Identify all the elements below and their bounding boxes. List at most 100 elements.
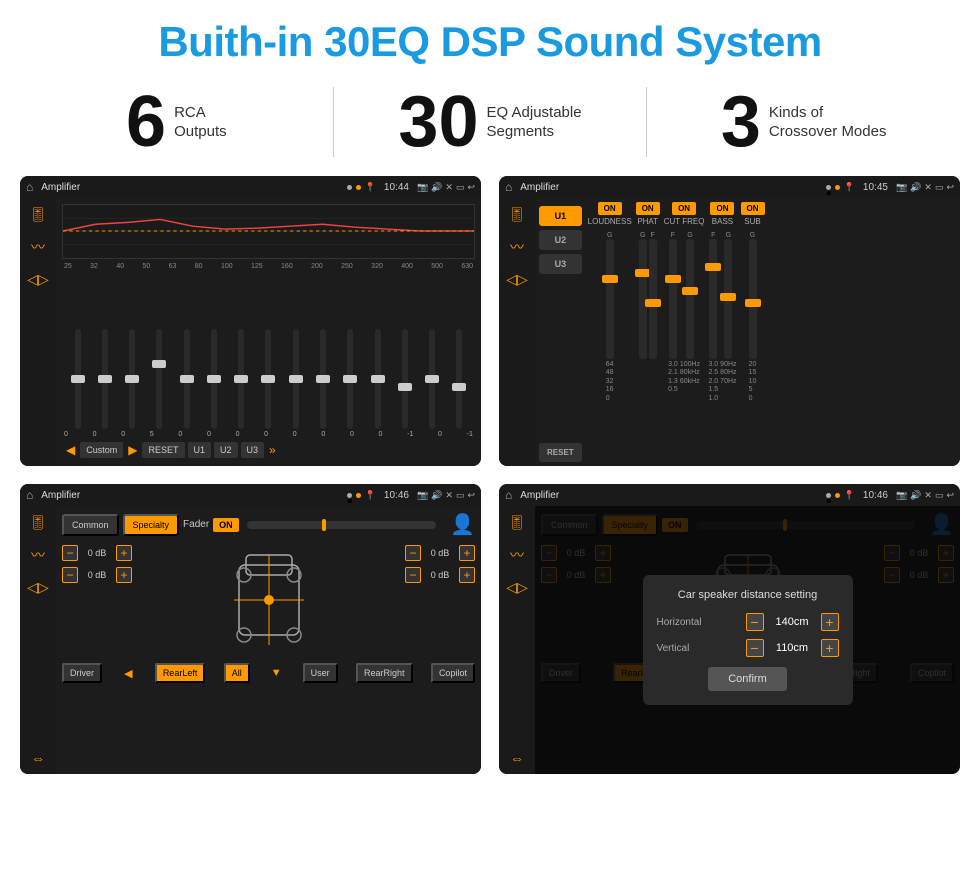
eq-slider-3[interactable]	[146, 329, 173, 429]
eq-slider-6[interactable]	[228, 329, 255, 429]
bass-on-btn[interactable]: ON	[710, 202, 734, 215]
loudness-on-btn[interactable]: ON	[598, 202, 622, 215]
eq-icon-2[interactable]: 🎚	[508, 206, 526, 223]
eq-slider-14[interactable]	[446, 329, 473, 429]
driver-btn-3[interactable]: Driver	[62, 663, 102, 683]
eq-u1-btn[interactable]: U1	[188, 442, 212, 458]
horizontal-plus-btn[interactable]: +	[821, 613, 839, 631]
specialty-tab-3[interactable]: Specialty	[123, 514, 180, 536]
db-minus-rr[interactable]: −	[405, 567, 421, 583]
rearleft-btn-3[interactable]: RearLeft	[155, 663, 206, 683]
left-sidebar-1: 🎚 〰 ◁▷	[20, 198, 56, 466]
horizontal-minus-btn[interactable]: −	[746, 613, 764, 631]
eq-slider-4[interactable]	[173, 329, 200, 429]
db-value-rr: 0 dB	[425, 570, 455, 580]
confirm-button[interactable]: Confirm	[708, 667, 787, 691]
down-arrow-3[interactable]: ▼	[268, 665, 284, 681]
sub-g-slider[interactable]	[749, 239, 757, 359]
freq-160: 160	[281, 263, 293, 270]
eq-slider-8[interactable]	[282, 329, 309, 429]
db-plus-fr[interactable]: +	[459, 545, 475, 561]
eq-slider-5[interactable]	[200, 329, 227, 429]
left-arrow-3[interactable]: ◀	[120, 665, 136, 681]
fader-db-controls-left: − 0 dB + − 0 dB +	[62, 545, 132, 655]
eq-u2-btn[interactable]: U2	[214, 442, 238, 458]
phat-on-btn[interactable]: ON	[636, 202, 660, 215]
eq-expand-btn[interactable]: »	[267, 443, 278, 457]
u2-channel-btn[interactable]: U2	[539, 230, 582, 250]
speaker-icon-4[interactable]: ◁▷	[506, 579, 528, 596]
fader-on-btn-3[interactable]: ON	[213, 518, 239, 532]
speaker-icon-2[interactable]: ◁▷	[506, 271, 528, 288]
eq-slider-13[interactable]	[418, 329, 445, 429]
wave-icon-2[interactable]: 〰	[510, 237, 524, 257]
phat-f-slider[interactable]	[649, 239, 657, 359]
channel-phat: ON PHAT G F	[636, 202, 660, 462]
stat-number-eq: 30	[398, 86, 478, 158]
common-tab-3[interactable]: Common	[62, 514, 119, 536]
eq-slider-10[interactable]	[337, 329, 364, 429]
vertical-minus-btn[interactable]: −	[746, 639, 764, 657]
db-minus-fl[interactable]: −	[62, 545, 78, 561]
db-minus-fr[interactable]: −	[405, 545, 421, 561]
all-btn-3[interactable]: All	[224, 663, 250, 683]
wave-icon-3[interactable]: 〰	[31, 545, 45, 565]
bass-f-slider[interactable]	[709, 239, 717, 359]
fader-slider-track-3[interactable]	[247, 521, 436, 529]
eq-slider-2[interactable]	[119, 329, 146, 429]
eq-icon-4[interactable]: 🎚	[508, 514, 526, 531]
stat-divider-2	[646, 87, 647, 157]
db-plus-rr[interactable]: +	[459, 567, 475, 583]
home-icon-2[interactable]: ⌂	[505, 180, 512, 194]
speaker-icon-3[interactable]: ◁▷	[27, 579, 49, 596]
rect-icon-4: ▭	[935, 490, 944, 501]
stat-label-rca: RCAOutputs	[174, 103, 227, 142]
eq-prev-btn[interactable]: ◀	[64, 443, 77, 457]
horizontal-label: Horizontal	[657, 617, 717, 628]
speaker-icon-1[interactable]: ◁▷	[27, 271, 49, 288]
user-btn-3[interactable]: User	[303, 663, 338, 683]
home-icon-1[interactable]: ⌂	[26, 180, 33, 194]
eq-slider-0[interactable]	[64, 329, 91, 429]
camera-icon-4: 📷	[896, 490, 907, 501]
eq-slider-11[interactable]	[364, 329, 391, 429]
eq-slider-1[interactable]	[91, 329, 118, 429]
home-icon-4[interactable]: ⌂	[505, 488, 512, 502]
cutfreq-on-btn[interactable]: ON	[672, 202, 696, 215]
arrows-icon-4[interactable]: ⇔	[510, 750, 524, 766]
eq-next-btn[interactable]: ▶	[126, 443, 139, 457]
cutfreq-f-slider[interactable]	[669, 239, 677, 359]
left-sidebar-3: 🎚 〰 ◁▷ ⇔	[20, 506, 56, 774]
dialog-title-4: Car speaker distance setting	[657, 589, 839, 601]
rearright-btn-3[interactable]: RearRight	[356, 663, 413, 683]
db-minus-rl[interactable]: −	[62, 567, 78, 583]
wave-icon-4[interactable]: 〰	[510, 545, 524, 565]
arrows-icon-3[interactable]: ⇔	[31, 750, 45, 766]
eq-icon-3[interactable]: 🎚	[29, 514, 47, 531]
vertical-plus-btn[interactable]: +	[821, 639, 839, 657]
status-time-4: 10:46	[863, 490, 888, 501]
loudness-g-slider[interactable]	[606, 239, 614, 359]
db-plus-fl[interactable]: +	[116, 545, 132, 561]
eq-slider-9[interactable]	[309, 329, 336, 429]
eq-slider-12[interactable]	[391, 329, 418, 429]
eq-custom-btn[interactable]: Custom	[80, 442, 123, 458]
u1-channel-btn[interactable]: U1	[539, 206, 582, 226]
u3-channel-btn[interactable]: U3	[539, 254, 582, 274]
eq-u3-btn[interactable]: U3	[241, 442, 265, 458]
wave-icon-1[interactable]: 〰	[31, 237, 45, 257]
cutfreq-g-slider[interactable]	[686, 239, 694, 359]
loudness-label: LOUDNESS	[588, 217, 632, 226]
eq-reset-btn[interactable]: RESET	[142, 442, 184, 458]
bass-g-slider[interactable]	[724, 239, 732, 359]
eq-icon-1[interactable]: 🎚	[29, 206, 47, 223]
crossover-reset-btn[interactable]: RESET	[539, 443, 582, 462]
home-icon-3[interactable]: ⌂	[26, 488, 33, 502]
rect-icon-3: ▭	[456, 490, 465, 501]
person-icon-3: 👤	[450, 512, 475, 537]
sub-on-btn[interactable]: ON	[741, 202, 765, 215]
eq-sliders[interactable]	[62, 274, 475, 429]
db-plus-rl[interactable]: +	[116, 567, 132, 583]
eq-slider-7[interactable]	[255, 329, 282, 429]
copilot-btn-3[interactable]: Copilot	[431, 663, 475, 683]
